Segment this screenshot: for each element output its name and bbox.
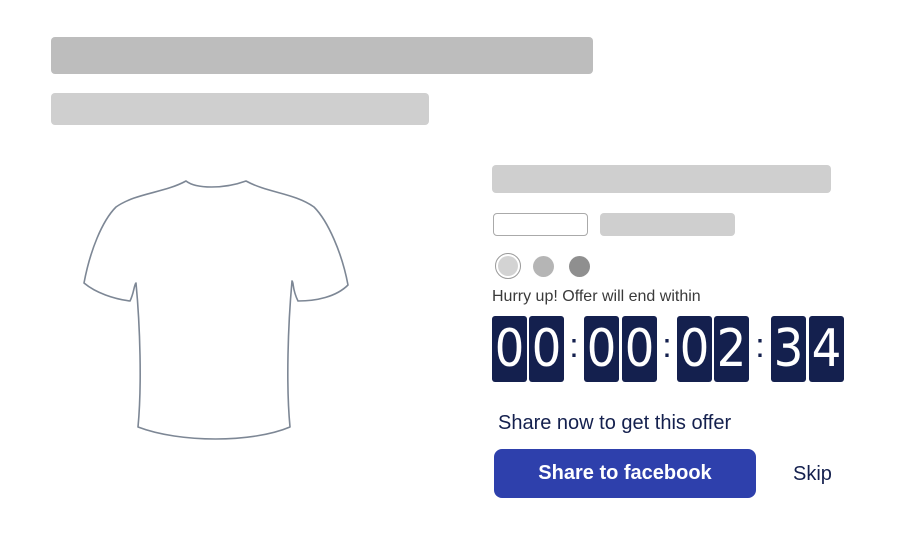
timer-digit: 0 bbox=[584, 316, 619, 382]
timer-digit: 3 bbox=[771, 316, 806, 382]
tshirt-icon bbox=[83, 180, 349, 440]
size-selector[interactable] bbox=[493, 213, 588, 236]
color-option-dark[interactable] bbox=[569, 256, 590, 277]
skip-link[interactable]: Skip bbox=[793, 463, 832, 486]
timer-separator: : bbox=[755, 327, 765, 365]
color-option-light[interactable] bbox=[498, 256, 518, 276]
timer-separator: : bbox=[662, 327, 672, 365]
subtitle-skeleton bbox=[51, 93, 429, 125]
color-option-medium[interactable] bbox=[533, 256, 554, 277]
offer-countdown-label: Hurry up! Offer will end within bbox=[492, 288, 701, 305]
timer-digit: 0 bbox=[622, 316, 657, 382]
share-offer-title: Share now to get this offer bbox=[498, 412, 732, 434]
timer-separator: : bbox=[569, 327, 579, 365]
share-to-facebook-button[interactable]: Share to facebook bbox=[494, 449, 756, 498]
timer-digit: 4 bbox=[809, 316, 844, 382]
product-name-skeleton bbox=[492, 165, 831, 193]
timer-digit: 0 bbox=[677, 316, 712, 382]
title-skeleton bbox=[51, 37, 593, 74]
timer-digit: 2 bbox=[714, 316, 749, 382]
price-skeleton bbox=[600, 213, 735, 236]
timer-digit: 0 bbox=[492, 316, 527, 382]
timer-digit: 0 bbox=[529, 316, 564, 382]
